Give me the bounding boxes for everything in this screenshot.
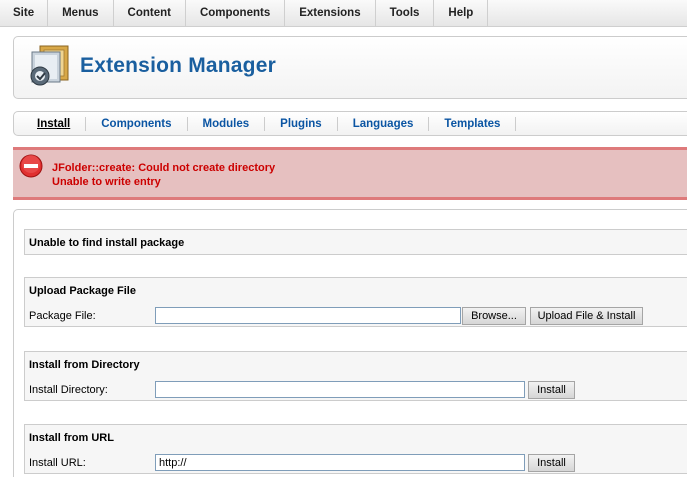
menu-menus[interactable]: Menus [48, 0, 114, 27]
url-section-title: Install from URL [29, 432, 114, 444]
directory-section-title: Install from Directory [29, 359, 140, 371]
menu-content[interactable]: Content [114, 0, 186, 27]
tab-templates[interactable]: Templates [429, 116, 517, 131]
install-url-button[interactable]: Install [528, 454, 575, 472]
page-header: Extension Manager [13, 36, 687, 99]
tab-install[interactable]: Install [22, 116, 87, 131]
install-url-input[interactable] [155, 454, 525, 471]
error-text-line-2: Unable to write entry [52, 176, 161, 188]
menu-help[interactable]: Help [434, 0, 489, 27]
menu-tools[interactable]: Tools [376, 0, 435, 27]
install-url-label: Install URL: [29, 457, 86, 469]
install-directory-button[interactable]: Install [528, 381, 575, 399]
menu-extensions[interactable]: Extensions [285, 0, 376, 27]
error-stop-icon [19, 154, 43, 178]
tab-components[interactable]: Components [86, 116, 188, 131]
error-text-line-1: JFolder::create: Could not create direct… [52, 162, 276, 174]
upload-section-title: Upload Package File [29, 285, 136, 297]
browse-button[interactable]: Browse... [462, 307, 526, 325]
tab-languages[interactable]: Languages [338, 116, 430, 131]
install-directory-input[interactable] [155, 381, 525, 398]
package-file-label: Package File: [29, 310, 96, 322]
package-file-input[interactable] [155, 307, 461, 324]
submenu-bar: Install Components Modules Plugins Langu… [13, 111, 687, 136]
status-box: Unable to find install package [24, 229, 687, 255]
top-menu-bar: Site Menus Content Components Extensions… [0, 0, 687, 27]
menu-site[interactable]: Site [0, 0, 49, 27]
tab-modules[interactable]: Modules [188, 116, 266, 131]
install-directory-label: Install Directory: [29, 384, 108, 396]
tab-plugins[interactable]: Plugins [265, 116, 338, 131]
install-url-section: Install from URL Install URL: Install [24, 424, 687, 474]
menu-components[interactable]: Components [186, 0, 286, 27]
page-title: Extension Manager [80, 54, 276, 77]
install-panel: Unable to find install package Upload Pa… [13, 209, 687, 477]
install-package-icon [30, 45, 69, 86]
status-message: Unable to find install package [29, 237, 185, 249]
upload-package-section: Upload Package File Package File: Browse… [24, 277, 687, 327]
error-message: JFolder::create: Could not create direct… [13, 147, 687, 200]
upload-install-button[interactable]: Upload File & Install [530, 307, 643, 325]
install-directory-section: Install from Directory Install Directory… [24, 351, 687, 401]
